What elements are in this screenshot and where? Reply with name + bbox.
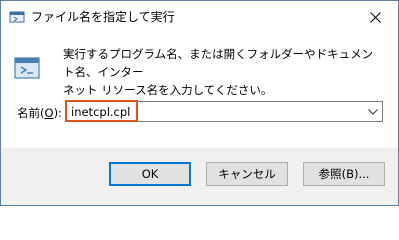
window-title: ファイル名を指定して実行 [31,10,175,24]
browse-button[interactable]: 参照(B)... [303,162,385,186]
ok-button[interactable]: OK [109,162,191,186]
run-dialog: ファイル名を指定して実行 実行するプログラム名、または開くフォルダーやドキュメン… [0,0,399,206]
run-app-icon [9,9,25,25]
description-text: 実行するプログラム名、または開くフォルダーやドキュメント名、インター ネット リ… [63,47,374,97]
button-bar: OK キャンセル 参照(B)... [1,148,398,205]
cancel-button[interactable]: キャンセル [206,162,288,186]
close-button[interactable] [352,1,398,33]
close-icon [369,11,381,23]
chevron-down-icon [368,108,378,115]
name-combobox[interactable] [65,101,383,122]
dropdown-button[interactable] [364,102,382,121]
name-label-text: 名前( [17,106,45,120]
title-bar: ファイル名を指定して実行 [1,1,398,33]
name-label-accesskey: O [44,106,54,120]
name-label-end: ): [53,106,62,120]
name-label: 名前(O): [17,105,62,121]
run-program-icon [14,55,40,81]
name-input[interactable] [68,102,364,121]
